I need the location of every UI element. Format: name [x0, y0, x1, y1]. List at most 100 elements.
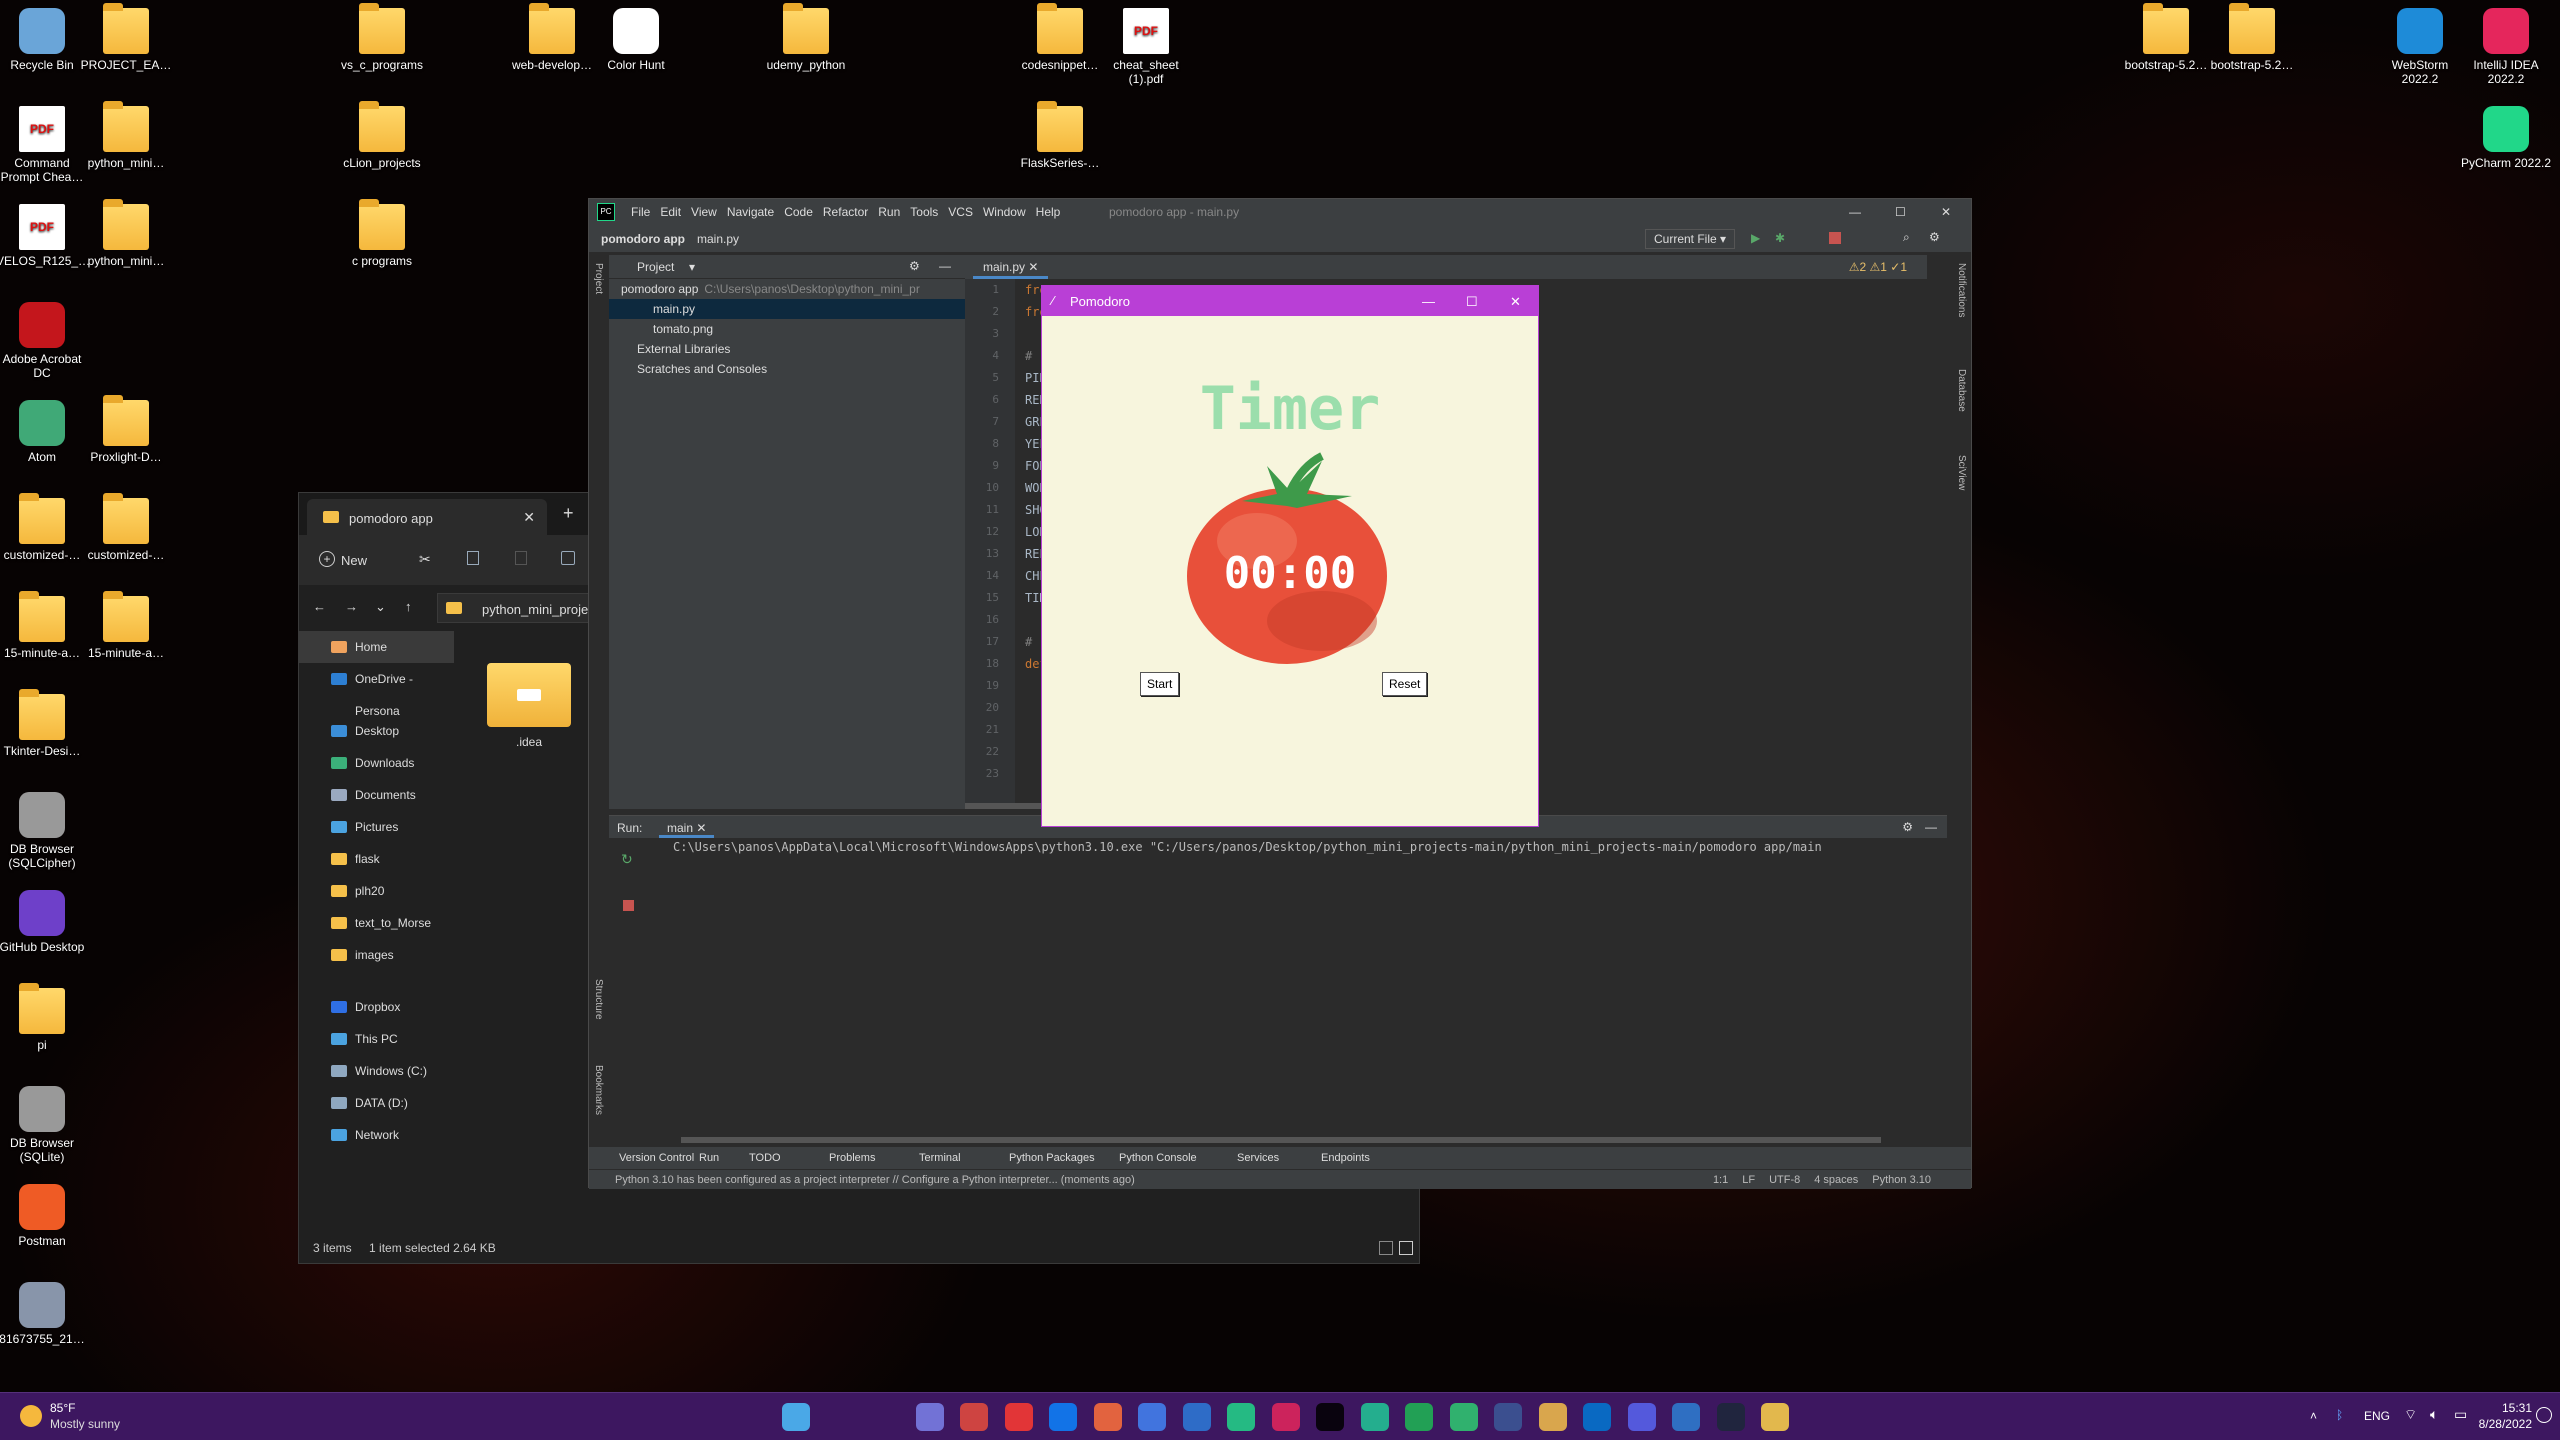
status-widget[interactable]: Python 3.10 — [1872, 1174, 1931, 1186]
editor-tab[interactable]: main.py ✕ — [973, 255, 1049, 279]
status-widget[interactable]: 1:1 — [1713, 1174, 1728, 1186]
wifi-icon[interactable]: ⌔ — [2404, 1406, 2417, 1424]
desktop-icon[interactable]: udemy_python — [760, 3, 852, 72]
close-icon[interactable]: ✕ — [1510, 294, 1521, 310]
menu-item[interactable]: Tools — [910, 205, 938, 219]
menu-item[interactable]: Navigate — [727, 205, 774, 219]
new-tab-button[interactable]: + — [563, 503, 574, 524]
tool-window-button[interactable]: Run — [699, 1152, 719, 1164]
desktop-icon[interactable]: PROJECT_EA… — [80, 3, 172, 72]
hide-icon[interactable]: — — [1925, 820, 1937, 834]
desktop-icon[interactable]: Postman — [0, 1184, 88, 1248]
details-view-icon[interactable] — [1379, 1241, 1393, 1255]
desktop-icon[interactable]: GitHub Desktop — [0, 890, 88, 954]
firefox-icon[interactable] — [1093, 1403, 1122, 1431]
menu-item[interactable]: Run — [878, 205, 900, 219]
discord-icon[interactable] — [1627, 1403, 1656, 1431]
menu-item[interactable]: Code — [784, 205, 813, 219]
desktop-icon[interactable]: Color Hunt — [590, 8, 682, 72]
breadcrumb-file[interactable]: main.py — [697, 232, 739, 246]
store-icon[interactable] — [960, 1403, 988, 1431]
rerun-icon[interactable]: ↻ — [621, 846, 633, 872]
desktop-icon[interactable]: codesnippet… — [1014, 3, 1106, 72]
paste-icon[interactable] — [515, 551, 527, 565]
app-icon[interactable] — [1360, 1403, 1389, 1431]
tree-item[interactable]: main.py — [609, 299, 965, 319]
language-indicator[interactable]: ENG — [2364, 1409, 2390, 1423]
project-view-select[interactable]: Project — [637, 260, 674, 274]
desktop-icon[interactable]: IntelliJ IDEA 2022.2 — [2460, 8, 2552, 86]
tool-window-button[interactable]: TODO — [749, 1152, 781, 1164]
cut-icon[interactable]: ✂ — [419, 551, 431, 568]
tool-window-button[interactable]: Version Control — [619, 1152, 694, 1164]
project-side-tab[interactable]: Project — [593, 263, 604, 294]
desktop-icon[interactable]: bootstrap-5.2… — [2206, 3, 2298, 72]
tree-item[interactable]: pomodoro app C:\Users\panos\Desktop\pytho… — [609, 279, 965, 299]
desktop-icon[interactable]: FlaskSeries-… — [1014, 101, 1106, 170]
tool-window-button[interactable]: Services — [1237, 1152, 1279, 1164]
close-icon[interactable]: ✕ — [1941, 205, 1951, 219]
bookmarks-side-tab[interactable]: Bookmarks — [593, 1065, 604, 1115]
database-side-tab[interactable]: Database — [1956, 369, 1967, 412]
desktop-icon[interactable]: cLion_projects — [336, 101, 428, 170]
desktop-icon[interactable]: Adobe Acrobat DC — [0, 302, 88, 380]
nav-item[interactable]: Windows (C:) — [299, 1055, 454, 1087]
status-widget[interactable]: 4 spaces — [1814, 1174, 1858, 1186]
menu-item[interactable]: File — [631, 205, 650, 219]
chevron-up-icon[interactable]: ˄ — [2310, 1409, 2317, 1423]
status-widget[interactable]: UTF-8 — [1769, 1174, 1800, 1186]
steam-icon[interactable] — [1716, 1403, 1745, 1431]
chevron-down-icon[interactable]: ⌄ — [375, 599, 386, 615]
run-tab[interactable]: main ✕ — [659, 816, 715, 838]
weather-temp[interactable]: 85°F — [50, 1401, 75, 1415]
desktop-icon[interactable]: Proxlight-D… — [80, 395, 172, 464]
status-message[interactable]: Python 3.10 has been configured as a pro… — [615, 1174, 1135, 1186]
desktop-icon[interactable]: c programs — [336, 199, 428, 268]
chevron-down-icon[interactable]: ▾ — [689, 260, 695, 274]
up-icon[interactable]: ↑ — [405, 599, 412, 614]
desktop-icon[interactable]: bootstrap-5.2… — [2120, 3, 2212, 72]
menu-item[interactable]: Help — [1036, 205, 1061, 219]
edge-icon[interactable] — [1049, 1403, 1077, 1431]
breadcrumb-project[interactable]: pomodoro app — [601, 232, 685, 246]
weather-desc[interactable]: Mostly sunny — [50, 1417, 120, 1431]
start-button[interactable]: Start — [1140, 672, 1180, 696]
intellij-icon[interactable] — [1271, 1403, 1300, 1431]
forward-icon[interactable]: → — [345, 599, 358, 614]
tree-item[interactable]: tomato.png — [609, 319, 965, 339]
close-tab-icon[interactable]: ✕ — [523, 509, 535, 526]
desktop-icon[interactable]: DB Browser (SQLite) — [0, 1086, 88, 1164]
teams-icon[interactable] — [915, 1403, 944, 1431]
volume-icon[interactable]: 🔈︎ — [2430, 1406, 2438, 1423]
tool-window-button[interactable]: Problems — [829, 1152, 875, 1164]
minimize-icon[interactable]: — — [1422, 294, 1435, 309]
explorer-tab[interactable]: pomodoro app ✕ — [307, 499, 547, 535]
pycharm-icon[interactable] — [1227, 1403, 1255, 1431]
desktop-icon[interactable]: web-develop… — [506, 3, 598, 72]
nav-item[interactable]: plh20 — [299, 875, 454, 907]
idea-folder-item[interactable]: .idea — [484, 663, 574, 749]
inspection-widget[interactable]: ⚠2 ⚠1 ✓1 — [1849, 260, 1907, 274]
nav-item[interactable]: flask — [299, 843, 454, 875]
vscode-icon[interactable] — [1182, 1403, 1211, 1431]
stop-run-icon[interactable] — [623, 900, 634, 911]
search-icon[interactable]: ⌕ — [1903, 230, 1910, 245]
nav-item[interactable]: Desktop — [299, 715, 454, 747]
clock-date[interactable]: 8/28/2022 — [2460, 1417, 2532, 1431]
python-icon[interactable] — [1761, 1403, 1789, 1431]
desktop-icon[interactable]: python_mini… — [80, 101, 172, 170]
mail-icon[interactable] — [1583, 1403, 1611, 1431]
desktop-icon[interactable]: 81673755_21… — [0, 1282, 88, 1346]
desktop-icon[interactable]: PDF Command Prompt Chea… — [0, 106, 88, 184]
nav-item[interactable]: Pictures — [299, 811, 454, 843]
desktop-icon[interactable]: PDF cheat_sheet (1).pdf — [1100, 8, 1192, 86]
desktop-icon[interactable]: 15-minute-a… — [0, 591, 88, 660]
tree-item[interactable]: Scratches and Consoles — [609, 359, 965, 379]
webstorm-icon[interactable] — [1316, 1403, 1344, 1431]
gear-icon[interactable]: ⚙ — [1902, 820, 1913, 834]
gear-icon[interactable]: ⚙ — [1929, 230, 1940, 244]
desktop-icon[interactable]: Tkinter-Desi… — [0, 689, 88, 758]
gear-icon[interactable]: ⚙ — [909, 259, 920, 273]
desktop-icon[interactable]: Atom — [0, 400, 88, 464]
nav-item[interactable]: Home — [299, 631, 454, 663]
